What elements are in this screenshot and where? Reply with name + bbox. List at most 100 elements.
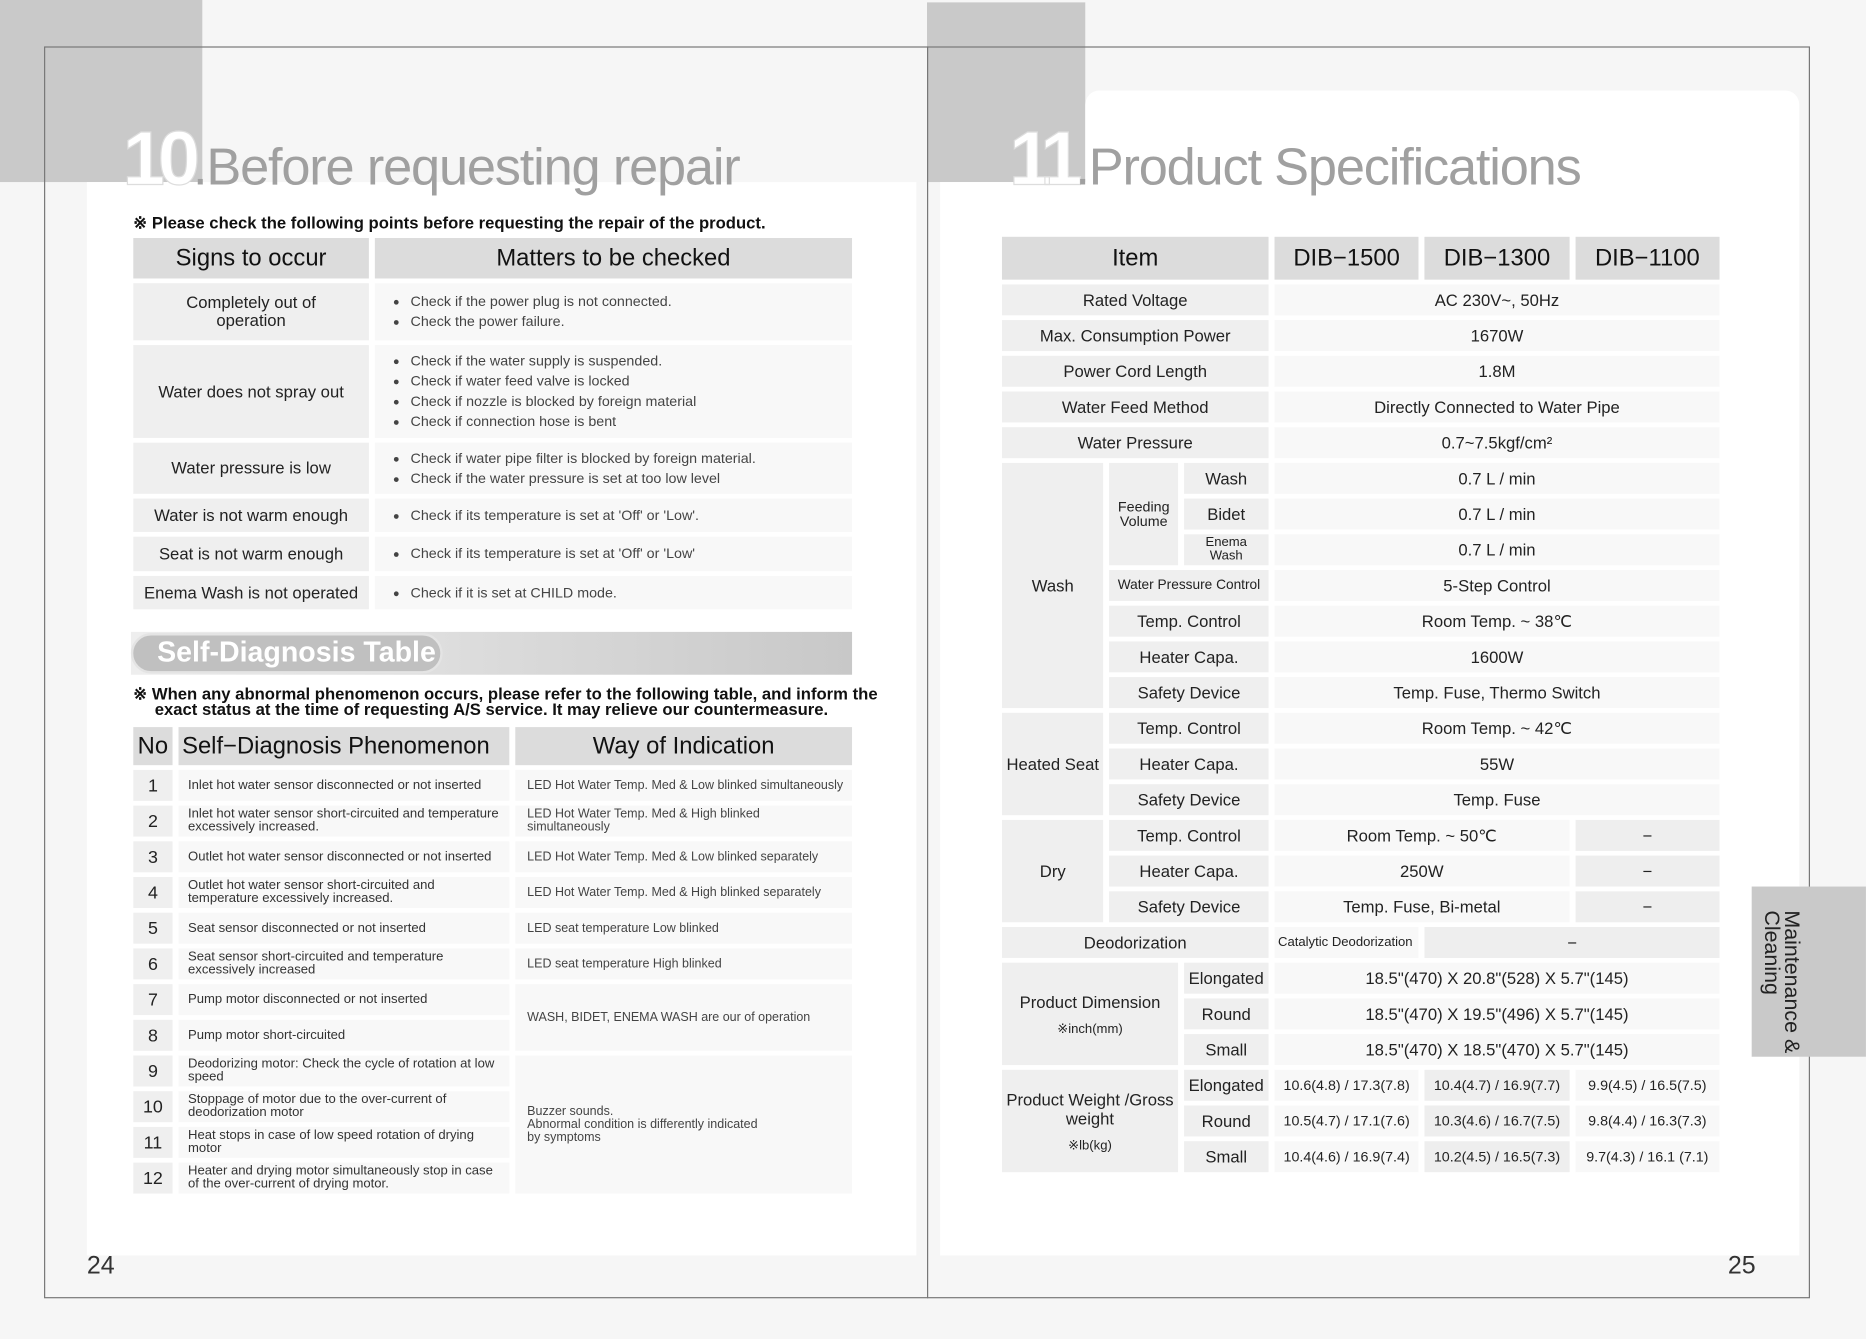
title-text: .Before requesting repair xyxy=(193,138,741,197)
table-row: Water is not warm enough Check if its tem… xyxy=(133,498,853,532)
spec-label: Heater Capa. xyxy=(1109,748,1269,780)
indication-cell: Buzzer sounds. Abnormal condition is dif… xyxy=(515,1055,853,1194)
table-row: 1 Inlet hot water sensor disconnected or … xyxy=(133,769,853,801)
phenomenon-cell: Inlet hot water sensor short-circuited a… xyxy=(178,805,510,837)
phenomenon-cell: Heater and drying motor simultaneously s… xyxy=(178,1162,510,1194)
spec-label: Rated Voltage xyxy=(1001,284,1269,316)
spec-value: − xyxy=(1575,855,1720,887)
checks-list: Check if its temperature is set at 'Off'… xyxy=(394,544,845,564)
spec-value: − xyxy=(1575,891,1720,923)
page-number-left: 24 xyxy=(86,1251,115,1280)
sign-cell: Completely out of operation xyxy=(133,283,369,341)
spec-value: 5-Step Control xyxy=(1274,570,1720,601)
phenomenon-cell: Pump motor disconnected or not inserted xyxy=(178,984,510,1016)
spec-label: Bidet xyxy=(1183,498,1269,530)
spec-label: Elongated xyxy=(1183,962,1269,994)
table-row: Enema Wash is not operated Check if it is… xyxy=(133,575,853,610)
row-number: 11 xyxy=(133,1126,173,1158)
spec-label: Round xyxy=(1183,998,1269,1030)
column-header: Matters to be checked xyxy=(374,238,853,279)
spec-value: 1.8M xyxy=(1274,355,1720,387)
checks-cell: Check if it is set at CHILD mode. xyxy=(374,575,853,610)
spec-value: Temp. Fuse xyxy=(1274,784,1720,816)
spec-value: Room Temp. ~ 38℃ xyxy=(1274,605,1720,637)
indication-cell: LED Hot Water Temp. Med & Low blinked se… xyxy=(515,841,853,873)
indication-cell: LED seat temperature High blinked xyxy=(515,948,853,980)
row-number: 12 xyxy=(133,1162,173,1194)
spec-value: Room Temp. ~ 42℃ xyxy=(1274,712,1720,744)
check-item: Check if the power plug is not connected… xyxy=(411,292,845,312)
checks-cell: Check if water pipe filter is blocked by… xyxy=(374,442,853,494)
row-number: 8 xyxy=(133,1019,173,1051)
spec-label: Temp. Control xyxy=(1109,712,1269,744)
checks-list: Check if its temperature is set at 'Off'… xyxy=(394,505,845,525)
sign-cell: Seat is not warm enough xyxy=(133,536,369,572)
indication-cell: WASH, BIDET, ENEMA WASH are our of opera… xyxy=(515,984,853,1051)
row-number: 6 xyxy=(133,948,173,980)
spec-label: Temp. Control xyxy=(1109,605,1269,637)
check-item: Check if it is set at CHILD mode. xyxy=(411,583,845,603)
section-number: 11 xyxy=(1009,115,1084,202)
spec-value: 0.7~7.5kgf/cm² xyxy=(1274,427,1720,459)
spec-label: Safety Device xyxy=(1109,677,1269,709)
spec-label: Round xyxy=(1183,1105,1269,1137)
table-row: 6 Seat sensor short-circuited and tempera… xyxy=(133,948,853,980)
check-item: Check if water feed valve is locked xyxy=(411,371,845,391)
header-item: Item xyxy=(1001,236,1269,280)
table-row: Water pressure is low Check if water pipe… xyxy=(133,442,853,494)
spec-label: Temp. Control xyxy=(1109,819,1269,851)
row-number: 1 xyxy=(133,769,173,801)
spec-label: Deodorization xyxy=(1001,927,1269,958)
checks-list: Check if water pipe filter is blocked by… xyxy=(394,448,845,488)
check-item: Check if the water pressure is set at to… xyxy=(411,468,845,488)
spec-value: 10.3(4.6) / 16.7(7.5) xyxy=(1424,1105,1570,1137)
spec-value: 250W xyxy=(1274,855,1570,887)
spec-label: Power Cord Length xyxy=(1001,355,1269,387)
spec-label: Water Feed Method xyxy=(1001,391,1269,423)
group-heated-seat: Heated Seat xyxy=(1001,712,1104,816)
header-model: DIB−1500 xyxy=(1274,236,1419,280)
spec-value: Directly Connected to Water Pipe xyxy=(1274,391,1720,423)
table-row: Water does not spray out Check if the wat… xyxy=(133,345,853,438)
phenomenon-cell: Heat stops in case of low speed rotation… xyxy=(178,1126,510,1158)
spec-value: Room Temp. ~ 50℃ xyxy=(1274,819,1570,851)
row-number: 2 xyxy=(133,805,173,837)
indication-cell: LED Hot Water Temp. Med & Low blinked si… xyxy=(515,769,853,801)
header-row: Signs to occur Matters to be checked xyxy=(133,238,853,279)
spec-value: 10.2(4.5) / 16.5(7.3) xyxy=(1424,1141,1570,1173)
spec-label: Heater Capa. xyxy=(1109,855,1269,887)
group-label: Product Weight /Gross weight xyxy=(1006,1089,1174,1128)
spec-value: AC 230V~, 50Hz xyxy=(1274,284,1720,316)
group-dry: Dry xyxy=(1001,819,1104,923)
group-wash: Wash xyxy=(1001,462,1104,709)
sign-cell: Enema Wash is not operated xyxy=(133,575,369,610)
side-tab-maintenance[interactable]: Maintenance & Cleaning xyxy=(1751,886,1866,1057)
spec-value: 1600W xyxy=(1274,641,1720,673)
sign-cell: Water does not spray out xyxy=(133,345,369,438)
phenomenon-cell: Outlet hot water sensor disconnected or … xyxy=(178,841,510,873)
spec-value: 9.9(4.5) / 16.5(7.5) xyxy=(1575,1069,1720,1101)
table-row: Completely out of operation Check if the … xyxy=(133,283,853,341)
check-item: Check the power failure. xyxy=(411,312,845,332)
spec-label: Small xyxy=(1183,1034,1269,1066)
spec-value: − xyxy=(1575,819,1720,851)
spec-table: Item DIB−1500 DIB−1300 DIB−1100 Rated Volta… xyxy=(996,232,1725,1177)
spec-label: Safety Device xyxy=(1109,784,1269,816)
check-item: Check if nozzle is blocked by foreign ma… xyxy=(411,392,845,412)
column-header: No xyxy=(133,727,173,766)
spec-value: 18.5"(470) X 19.5"(496) X 5.7"(145) xyxy=(1274,998,1720,1030)
spec-value: 0.7 L / min xyxy=(1274,534,1720,566)
spec-label: Heater Capa. xyxy=(1109,641,1269,673)
sign-cell: Water is not warm enough xyxy=(133,498,369,532)
spec-value: Temp. Fuse, Thermo Switch xyxy=(1274,677,1720,709)
checks-list: Check if the power plug is not connected… xyxy=(394,292,845,332)
sign-cell: Water pressure is low xyxy=(133,442,369,494)
spec-value: 18.5"(470) X 18.5"(470) X 5.7"(145) xyxy=(1274,1034,1720,1066)
header-row: No Self−Diagnosis Phenomenon Way of Indica… xyxy=(133,727,853,766)
spec-label: Safety Device xyxy=(1109,891,1269,923)
spec-value: 0.7 L / min xyxy=(1274,498,1720,530)
table-row: 4 Outlet hot water sensor short-circuited… xyxy=(133,877,853,908)
page-title-right: 11.Product Specifications xyxy=(1009,114,1582,202)
table-row: 9 Deodorizing motor: Check the cycle of r… xyxy=(133,1055,853,1194)
row-number: 10 xyxy=(133,1091,173,1123)
